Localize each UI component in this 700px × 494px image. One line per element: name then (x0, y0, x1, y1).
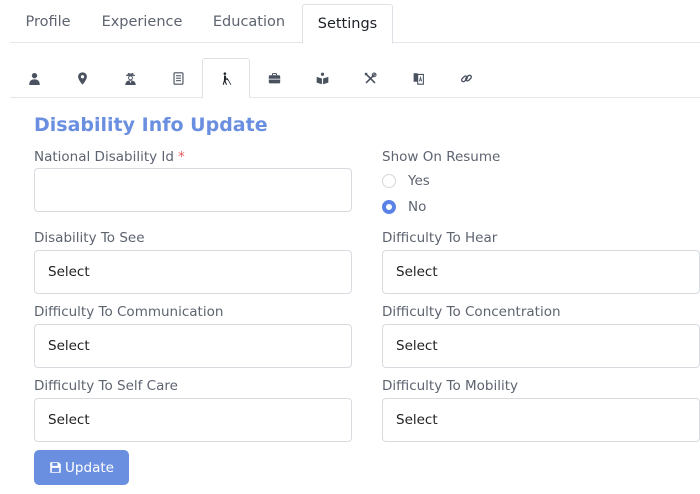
radio-yes-label: Yes (408, 173, 430, 189)
blind-person-icon (222, 71, 231, 85)
icon-tab-references[interactable] (442, 58, 490, 98)
difficulty-to-hear-label: Difficulty To Hear (382, 230, 498, 246)
user-secret-icon (124, 72, 136, 85)
top-tab-bar: Profile Experience Education Settings (10, 0, 700, 44)
disability-to-see-label: Disability To See (34, 230, 145, 246)
national-disability-id-label-text: National Disability Id (34, 149, 174, 165)
radio-yes-option[interactable]: Yes (382, 172, 430, 190)
radio-no-label: No (408, 199, 427, 215)
difficulty-to-mobility-select[interactable]: Select (382, 398, 700, 442)
document-icon (172, 71, 184, 85)
tab-profile[interactable]: Profile (12, 0, 84, 43)
page-title: Disability Info Update (34, 114, 268, 136)
settings-icon-tab-bar (10, 58, 700, 98)
book-reader-icon (316, 72, 328, 84)
required-mark: * (177, 149, 185, 165)
difficulty-to-communication-select[interactable]: Select (34, 324, 352, 368)
user-icon (28, 72, 40, 85)
icon-tab-disability[interactable] (202, 58, 250, 98)
tab-education[interactable]: Education (203, 0, 295, 43)
update-button[interactable]: Update (34, 450, 129, 485)
radio-no-option[interactable]: No (382, 198, 426, 216)
radio-yes[interactable] (382, 174, 396, 188)
national-disability-id-label: National Disability Id * (34, 149, 185, 165)
language-book-icon (413, 72, 424, 85)
radio-no[interactable] (382, 200, 396, 214)
tab-settings[interactable]: Settings (302, 4, 393, 44)
tab-experience[interactable]: Experience (95, 0, 189, 43)
show-on-resume-label: Show On Resume (382, 149, 501, 165)
difficulty-to-hear-select[interactable]: Select (382, 250, 700, 294)
icon-tab-specialization[interactable] (346, 58, 394, 98)
disability-to-see-select[interactable]: Select (34, 250, 352, 294)
icon-tab-summary[interactable] (154, 58, 202, 98)
difficulty-to-communication-label: Difficulty To Communication (34, 304, 224, 320)
update-button-label: Update (65, 459, 114, 476)
difficulty-to-concentration-label: Difficulty To Concentration (382, 304, 561, 320)
icon-tab-address[interactable] (58, 58, 106, 98)
icon-tab-personal[interactable] (10, 58, 58, 98)
icon-tab-employment[interactable] (250, 58, 298, 98)
difficulty-to-self-care-label: Difficulty To Self Care (34, 378, 178, 394)
icon-tab-language[interactable] (394, 58, 442, 98)
icon-tab-other-info[interactable] (106, 58, 154, 98)
difficulty-to-concentration-select[interactable]: Select (382, 324, 700, 368)
save-icon (50, 462, 61, 473)
tools-icon (364, 71, 377, 84)
map-marker-icon (77, 71, 87, 85)
difficulty-to-self-care-select[interactable]: Select (34, 398, 352, 442)
difficulty-to-mobility-label: Difficulty To Mobility (382, 378, 519, 394)
icon-tab-training[interactable] (298, 58, 346, 98)
national-disability-id-input[interactable] (34, 168, 352, 212)
briefcase-icon (268, 72, 280, 83)
link-icon (460, 74, 472, 82)
